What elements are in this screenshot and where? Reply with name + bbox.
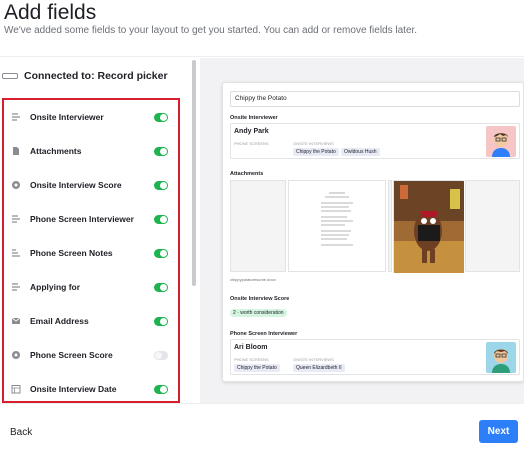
linked-chip: Queen Elizardbeth II [293,364,345,372]
field-row-email-address[interactable]: Email Address [4,305,178,337]
preview-section-label: Phone Screen Interviewer [230,331,298,337]
preview-section-label: Onsite Interview Score [230,296,290,302]
field-row-onsite-interview-date[interactable]: Onsite Interview Date [4,373,178,401]
attachment-image-thumbnail [393,180,464,273]
field-label: Phone Screen Notes [30,248,113,258]
linked-chip: Chippy the Potato [293,148,339,156]
linked-record-icon [7,210,25,228]
field-toggle[interactable] [154,146,168,156]
field-row-phone-screen-interviewer[interactable]: Phone Screen Interviewer [4,203,178,235]
linked-record-name: Ari Bloom [234,344,268,351]
linked-record-name: Andy Park [234,128,269,135]
email-icon [7,312,25,330]
field-list-scrollbar-thumb[interactable] [192,60,196,286]
linked-chip: Chippy the Potato [234,364,280,372]
field-toggle[interactable] [154,282,168,292]
record-picker-icon [2,73,18,79]
field-label: Phone Screen Interviewer [30,214,134,224]
avatar [486,126,516,157]
field-toggle[interactable] [154,384,168,394]
linked-record-col-header: PHONE SCREENS [234,141,269,146]
field-label: Attachments [30,146,82,156]
field-label: Onsite Interviewer [30,112,104,122]
single-select-icon [7,346,25,364]
field-label: Onsite Interview Score [30,180,122,190]
field-row-onsite-interviewer[interactable]: Onsite Interviewer [4,101,178,133]
field-row-phone-screen-notes[interactable]: Phone Screen Notes [4,237,178,269]
field-list: Onsite Interviewer Attachments Onsite In… [2,98,180,403]
long-text-icon [7,244,25,262]
field-toggle[interactable] [154,316,168,326]
field-label: Onsite Interview Date [30,384,117,394]
field-toggle[interactable] [154,180,168,190]
next-button[interactable]: Next [479,420,518,443]
single-select-icon [7,176,25,194]
preview-record-title: Chippy the Potato [230,91,520,107]
score-select-pill: 2 · worth consideration [230,309,287,317]
avatar [486,342,516,373]
field-row-phone-screen-score[interactable]: Phone Screen Score [4,339,178,371]
preview-linked-record: Ari Bloom PHONE SCREENS ONSITE INTERVIEW… [230,339,520,375]
header: Add fields We've added some fields to yo… [0,0,524,48]
date-icon [7,380,25,398]
field-label: Email Address [30,316,89,326]
field-row-onsite-interview-score[interactable]: Onsite Interview Score [4,169,178,201]
field-label: Phone Screen Score [30,350,113,360]
field-toggle[interactable] [154,248,168,258]
attachment-document-thumbnail [288,180,386,272]
field-toggle[interactable] [154,214,168,224]
attachment-thumbnail [465,180,520,272]
linked-record-col-header: PHONE SCREENS [234,357,269,362]
preview-section-label: Attachments [230,171,264,177]
attachment-thumbnails [230,180,520,273]
preview-section-label: Onsite Interviewer [230,115,278,121]
field-label: Applying for [30,282,81,292]
linked-record-icon [7,108,25,126]
page-title: Add fields [4,1,97,24]
field-row-applying-for[interactable]: Applying for [4,271,178,303]
linked-chip: Owldous Hush [341,148,380,156]
field-toggle[interactable] [154,112,168,122]
footer-divider [0,403,524,404]
linked-record-icon [7,278,25,296]
connection-label: Connected to: Record picker [24,70,168,82]
linked-record-col-header: ONSITE INTERVIEWS [293,141,334,146]
preview-linked-record: Andy Park PHONE SCREENS ONSITE INTERVIEW… [230,123,520,159]
field-toggle[interactable] [154,350,168,360]
attachment-icon [7,142,25,160]
attachment-filename: chippypotatoresume.docx [230,277,276,282]
header-divider [0,56,524,57]
attachment-thumbnail [230,180,286,272]
page-subtitle: We've added some fields to your layout t… [4,25,418,36]
back-button[interactable]: Back [10,427,32,438]
layout-preview-card: Chippy the Potato Onsite Interviewer And… [222,82,524,382]
attachment-thumbnail [388,180,392,272]
linked-record-col-header: ONSITE INTERVIEWS [293,357,334,362]
field-row-attachments[interactable]: Attachments [4,135,178,167]
connection-status: Connected to: Record picker [0,67,190,85]
